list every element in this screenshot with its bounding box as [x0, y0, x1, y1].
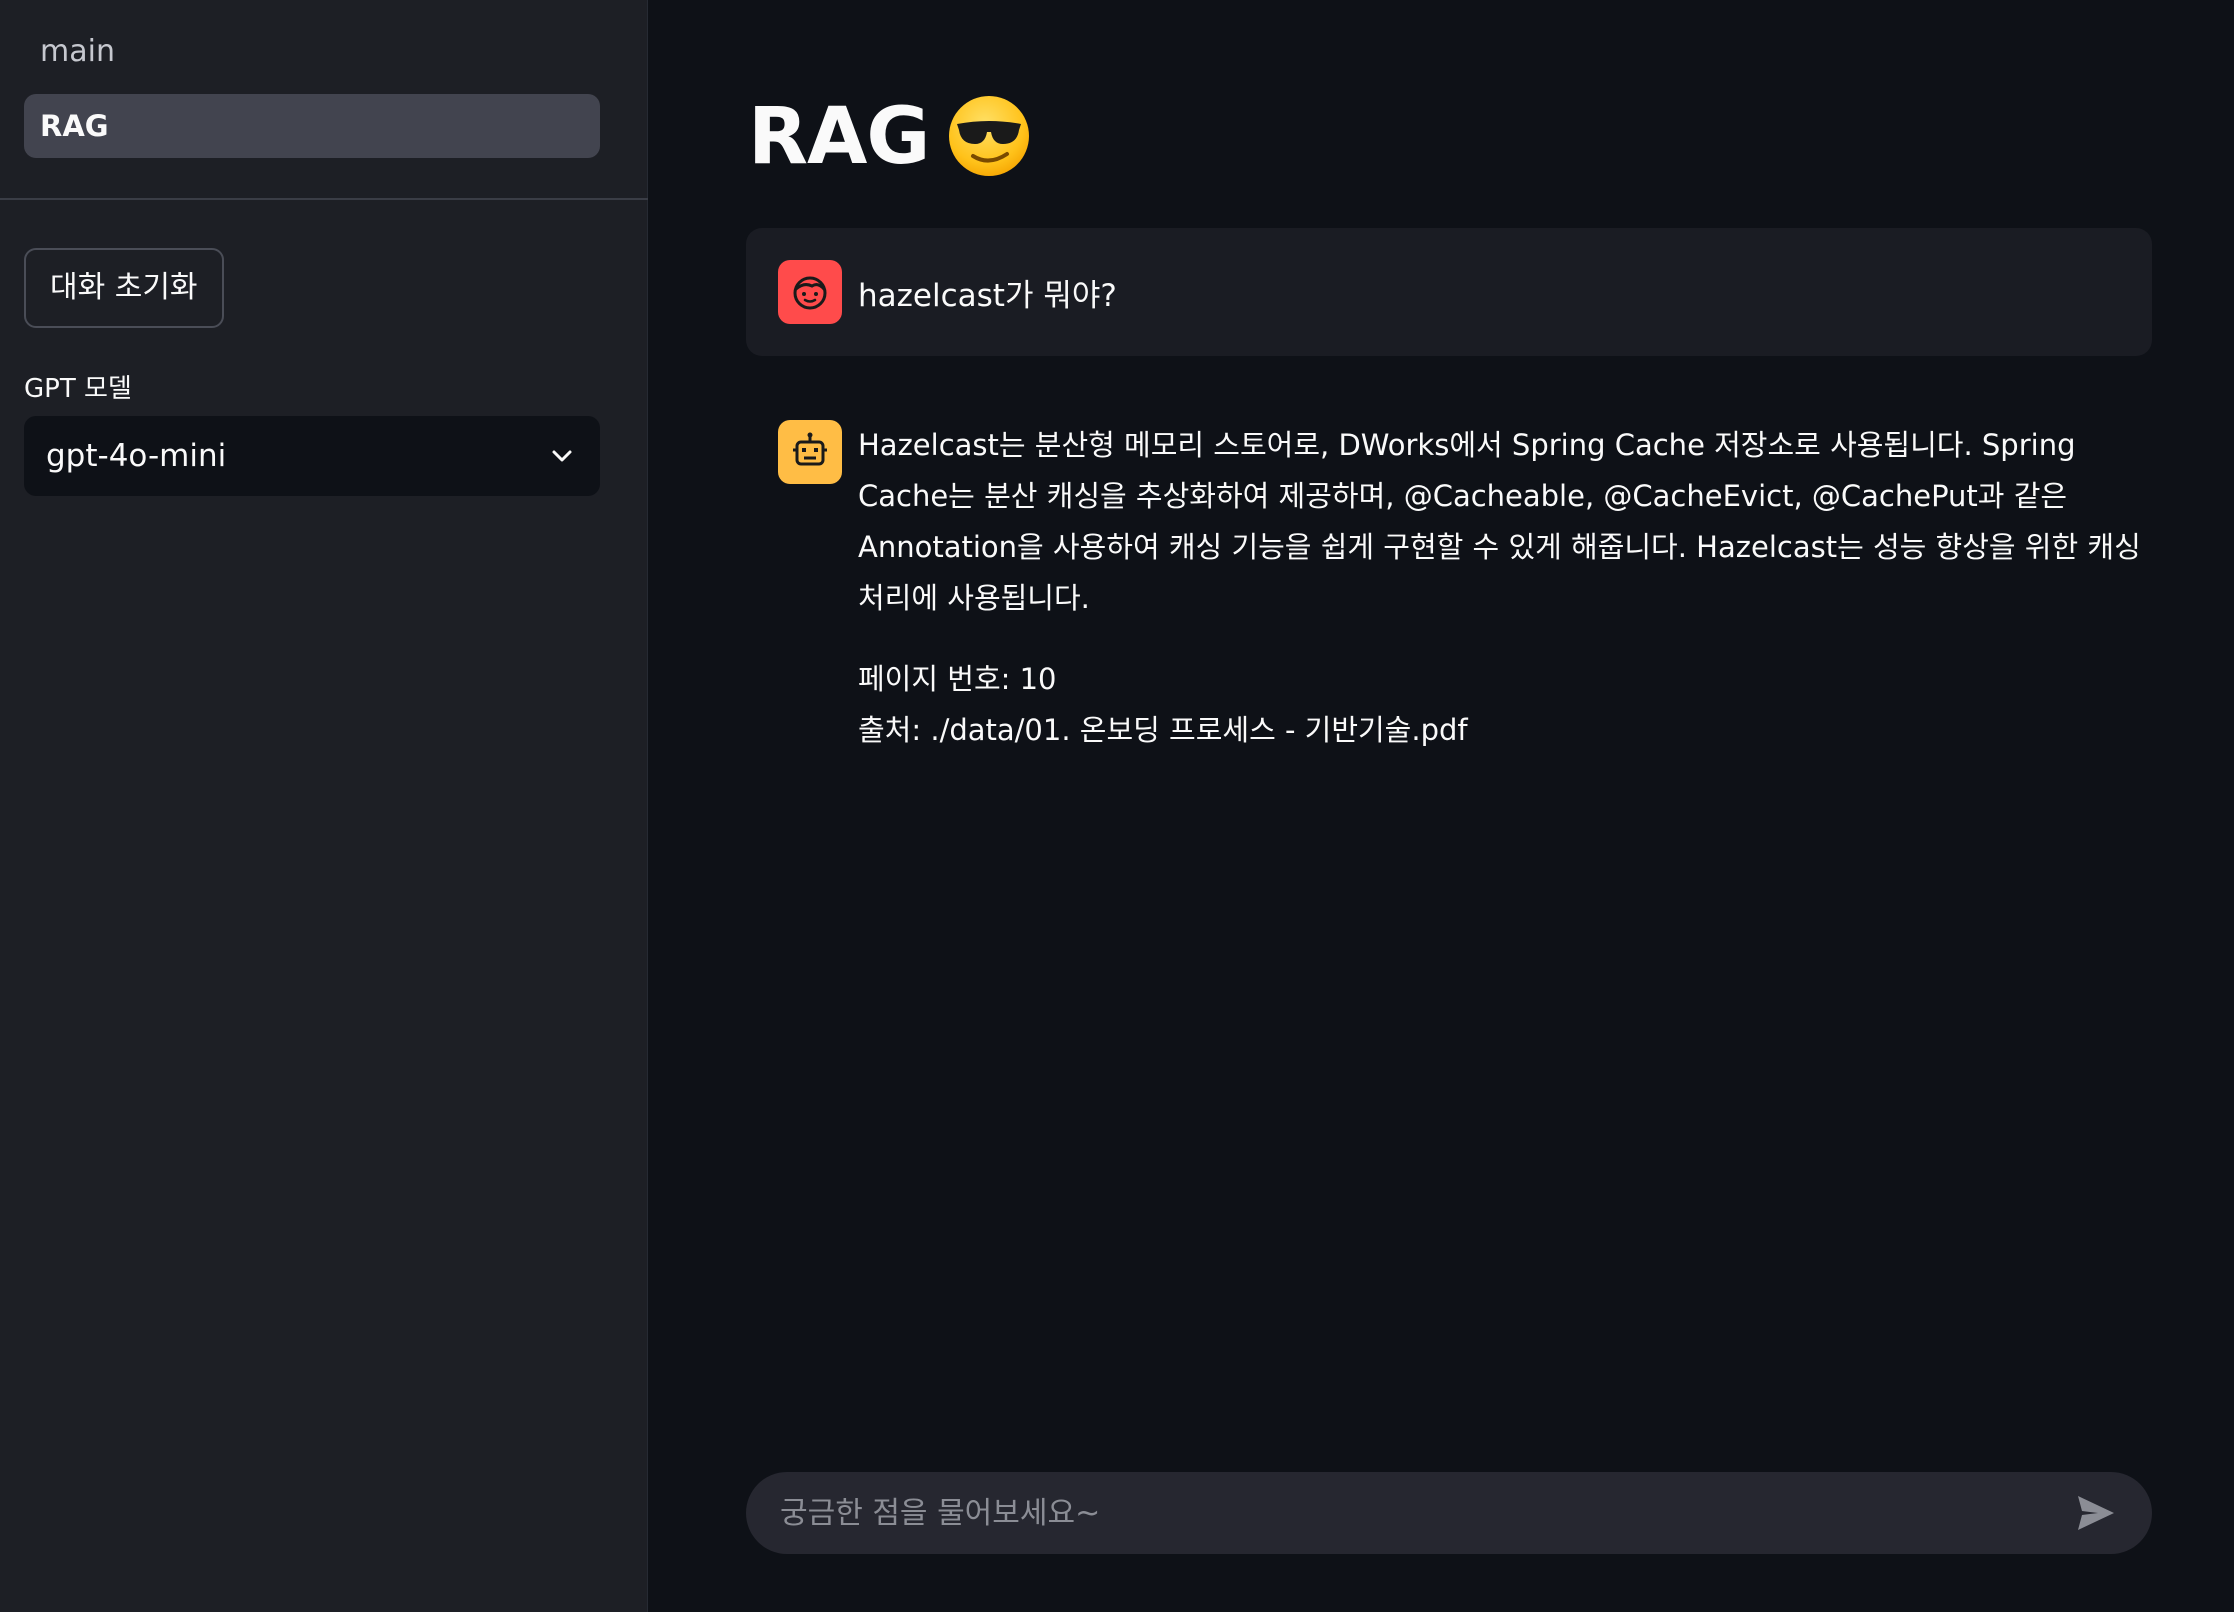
sunglasses-face-emoji-icon: [949, 95, 1030, 176]
robot-face-icon: [793, 432, 827, 466]
assistant-source: 출처: ./data/01. 온보딩 프로세스 - 기반기술.pdf: [858, 713, 1468, 747]
page-title: RAG: [748, 92, 1031, 184]
assistant-avatar: [778, 420, 842, 484]
model-select-value: gpt-4o-mini: [46, 438, 227, 474]
reset-chat-button[interactable]: 대화 초기화: [24, 248, 224, 328]
chat-message-assistant: Hazelcast는 분산형 메모리 스토어로, DWorks에서 Spring…: [746, 400, 2152, 747]
model-label: GPT 모델: [24, 374, 132, 404]
chevron-down-icon: [552, 450, 572, 462]
sidebar-nav-main[interactable]: main: [40, 34, 115, 69]
send-icon[interactable]: [2076, 1494, 2116, 1532]
model-select[interactable]: gpt-4o-mini: [24, 416, 600, 496]
user-message-text: hazelcast가 뭐야?: [858, 278, 1117, 314]
assistant-page-number: 페이지 번호: 10: [858, 662, 1057, 696]
chat-input-bar: [746, 1472, 2152, 1554]
page-title-text: RAG: [748, 92, 930, 182]
user-avatar: [778, 260, 842, 324]
sidebar-nav-rag[interactable]: RAG: [24, 94, 600, 158]
user-face-icon: [793, 276, 827, 310]
main-content: RAG hazelcast가 뭐야? Hazelcast는 분산형 메모리 스토…: [648, 0, 2234, 1612]
sidebar-divider: [0, 198, 648, 200]
chat-input[interactable]: [780, 1472, 2020, 1554]
chat-message-user: hazelcast가 뭐야?: [746, 228, 2152, 356]
assistant-message-text: Hazelcast는 분산형 메모리 스토어로, DWorks에서 Spring…: [858, 428, 2141, 615]
app-window: main RAG 대화 초기화 GPT 모델 gpt-4o-mini RAG h…: [0, 0, 2234, 1612]
sidebar: main RAG 대화 초기화 GPT 모델 gpt-4o-mini: [0, 0, 648, 1612]
assistant-message-body: Hazelcast는 분산형 메모리 스토어로, DWorks에서 Spring…: [858, 420, 2158, 756]
